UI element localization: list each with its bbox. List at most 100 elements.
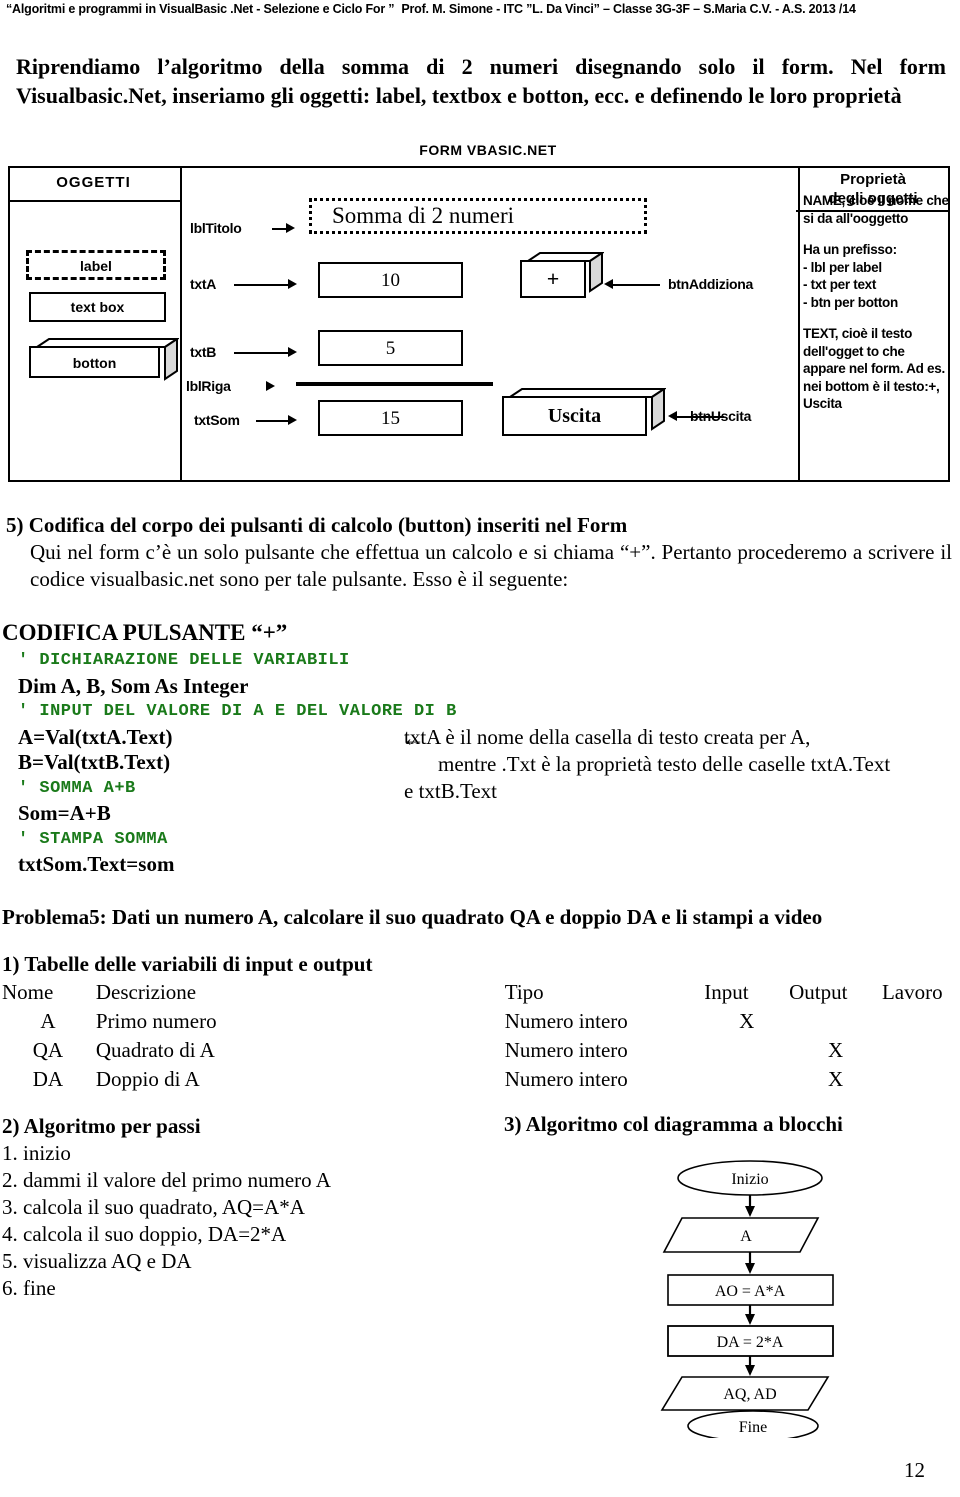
legend-label-shape: label: [26, 250, 166, 280]
arrow-head-btnuscita: [668, 411, 677, 421]
arrow-line-txtsom: [256, 420, 290, 422]
code-line-3: A=Val(txtA.Text): [18, 724, 173, 749]
th-input: Input: [704, 980, 749, 1004]
code-block-title: CODIFICA PULSANTE “+”: [2, 620, 288, 645]
arrow-head-txta: [288, 279, 297, 289]
problema5-title: Problema5: Dati un numero A, calcolare i…: [2, 905, 823, 929]
cell-nome: A: [40, 1009, 56, 1033]
code-note-line-1: txtA è il nome della casella di testo cr…: [404, 725, 811, 749]
arrow-head-txtb: [288, 347, 297, 357]
form-separator-line: [296, 382, 493, 386]
properties-text-0: NAME, cioè il nome che si da all'ooggett…: [803, 193, 949, 226]
form-txta-input[interactable]: 10: [318, 262, 463, 298]
code-line-8: txtSom.Text=som: [18, 852, 175, 876]
algorithm-step-3: 3. calcola il suo quadrato, AQ=A*A: [2, 1195, 305, 1219]
flow-node-fine-label: Fine: [739, 1419, 767, 1436]
schematic-divider-right: [798, 168, 800, 480]
arrow-line-txta: [234, 284, 290, 286]
arrow-head-lblriga: [266, 381, 275, 391]
legend-textbox-shape: text box: [29, 292, 166, 322]
form-txtb-input[interactable]: 5: [318, 330, 463, 366]
flow-arrow-4-head: [745, 1365, 755, 1376]
algorithm-step-4: 4. calcola il suo doppio, DA=2*A: [2, 1222, 287, 1246]
section-5: 5) Codifica del corpo dei pulsanti di ca…: [6, 512, 952, 593]
code-block: ' DICHIARAZIONE DELLE VARIABILI Dim A, B,…: [18, 648, 457, 878]
arrow-line-btnuscita: [676, 416, 724, 418]
arrow-line-btnaddiziona: [612, 284, 660, 286]
algorithm-steps-title: 2) Algoritmo per passi: [2, 1114, 201, 1138]
properties-text-2: TEXT, cioè il testo dell'ogget to che ap…: [803, 326, 945, 411]
flow-arrow-3-head: [745, 1314, 755, 1325]
cell-lavoro: [882, 1036, 952, 1065]
cell-lavoro: [882, 1065, 952, 1094]
form-schematic-figure: FORM VBASIC.NET OGGETTI Proprietà degli …: [8, 140, 952, 485]
cell-input: [704, 1036, 789, 1065]
intro-paragraph: Riprendiamo l’algoritmo della somma di 2…: [16, 54, 946, 108]
name-label-lbltitolo: lblTitolo: [190, 220, 242, 236]
table-header-row: Nome Descrizione Tipo Input Output Lavor…: [2, 978, 952, 1007]
flow-node-da-label: DA = 2*A: [717, 1334, 784, 1351]
flow-node-inizio-label: Inizio: [731, 1171, 768, 1188]
objects-column-header: OGGETTI: [56, 174, 131, 191]
code-line-1: Dim A, B, Som As Integer: [18, 673, 249, 698]
flow-arrow-2-head: [745, 1263, 755, 1274]
properties-text-1: Ha un prefisso: - lbl per label - txt pe…: [803, 242, 898, 310]
form-title-label: Somma di 2 numeri: [309, 198, 647, 234]
cell-tipo: Numero intero: [504, 1009, 628, 1033]
cell-lavoro: [882, 1007, 952, 1036]
cell-descrizione: Doppio di A: [95, 1067, 200, 1091]
table-row: QA Quadrato di A Numero intero X: [2, 1036, 952, 1065]
schematic-divider-left: [180, 168, 182, 480]
cell-output: X: [827, 1038, 844, 1062]
algorithm-step-5: 5. visualizza AQ e DA: [2, 1249, 192, 1273]
add-button-face: +: [520, 260, 586, 298]
table-row: DA Doppio di A Numero intero X: [2, 1065, 952, 1094]
cell-nome: QA: [32, 1038, 64, 1062]
objects-header-rule: [10, 200, 180, 202]
algorithm-step-6: 6. fine: [2, 1276, 56, 1300]
form-txtsom-input[interactable]: 15: [318, 400, 463, 436]
form-add-button[interactable]: +: [520, 252, 604, 300]
header-author-info: Prof. M. Simone - ITC ”L. Da Vinci” – Cl…: [401, 2, 856, 16]
form-caption: FORM VBASIC.NET: [419, 142, 557, 158]
variables-table-body: A Primo numero Numero intero X QA Quadrato di…: [2, 1007, 952, 1094]
th-lavoro: Lavoro: [881, 980, 943, 1004]
cell-output: X: [827, 1067, 844, 1091]
name-label-txta: txtA: [190, 276, 217, 292]
flow-arrow-1-head: [745, 1206, 755, 1217]
code-line-2: ' INPUT DEL VALORE DI A E DEL VALORE DI …: [18, 702, 457, 721]
code-line-7: ' STAMPA SOMMA: [18, 829, 168, 849]
cell-nome: DA: [32, 1067, 64, 1091]
code-note-line-3: e txtB.Text: [404, 779, 498, 803]
cell-input: X: [739, 1009, 755, 1033]
arrow-line-txtb: [234, 352, 290, 354]
algorithm-steps-list: 1. inizio 2. dammi il valore del primo nu…: [2, 1140, 462, 1302]
page-running-header: “Algoritmi e programmi in VisualBasic .N…: [6, 2, 954, 16]
code-note-line-2: mentre .Txt è la proprietà testo delle c…: [438, 752, 891, 776]
name-label-txtb: txtB: [190, 344, 217, 360]
name-label-lblriga: lblRiga: [186, 378, 231, 394]
legend-botton-face: botton: [29, 346, 160, 378]
cell-output: [789, 1007, 882, 1036]
flowchart-title: 3) Algoritmo col diagramma a blocchi: [504, 1112, 843, 1136]
table-row: A Primo numero Numero intero X: [2, 1007, 952, 1036]
form-exit-button[interactable]: Uscita: [502, 388, 666, 440]
cell-input: [704, 1065, 789, 1094]
th-nome: Nome: [2, 980, 54, 1004]
flow-node-ao-label: AO = A*A: [715, 1283, 786, 1300]
exit-button-face: Uscita: [502, 396, 647, 436]
arrow-head-txtsom: [288, 415, 297, 425]
flowchart-figure: Inizio A AO = A*A DA = 2*A AQ, AD Fine: [600, 1158, 900, 1442]
arrow-head-btnaddiziona: [604, 279, 613, 289]
variables-table-title: 1) Tabelle delle variabili di input e ou…: [2, 952, 373, 976]
flowchart-svg: Inizio A AO = A*A DA = 2*A AQ, AD Fine: [660, 1160, 834, 1442]
code-line-6: Som=A+B: [18, 801, 111, 825]
variables-table-head: Nome Descrizione Tipo Input Output Lavor…: [2, 978, 952, 1007]
code-line-0: ' DICHIARAZIONE DELLE VARIABILI: [18, 651, 350, 670]
code-line-5: ' SOMMA A+B: [18, 778, 136, 798]
algorithm-steps-block: 2) Algoritmo per passi 1. inizio 2. dammi…: [2, 1113, 462, 1302]
properties-header-line1: Proprietà: [840, 171, 906, 188]
name-label-txtsom: txtSom: [194, 412, 240, 428]
arrow-head-lbltitolo: [286, 223, 295, 233]
th-descrizione: Descrizione: [95, 980, 197, 1004]
